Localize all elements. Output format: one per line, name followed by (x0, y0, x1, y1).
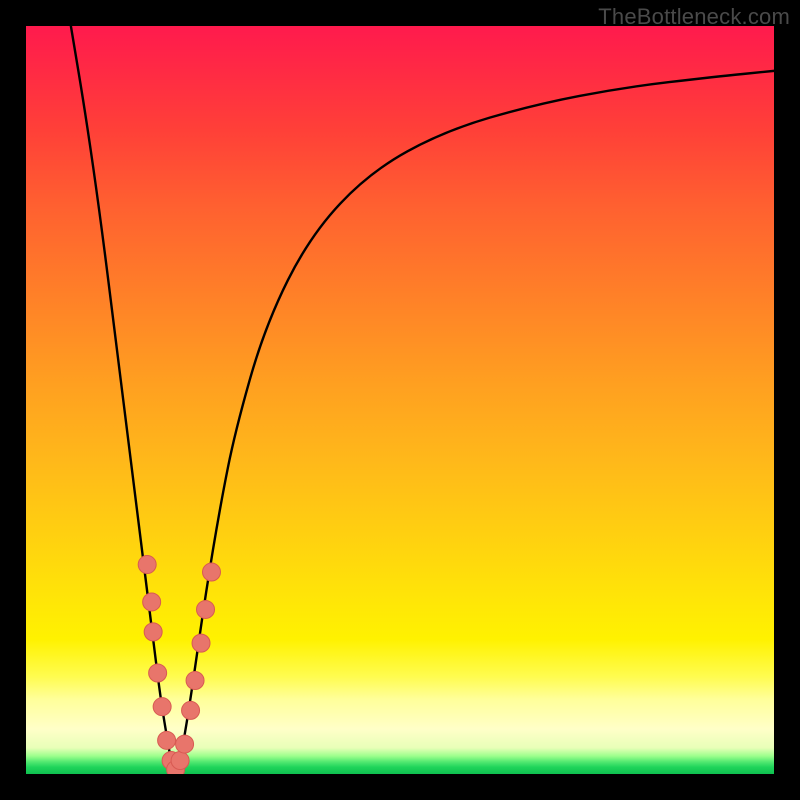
watermark-text: TheBottleneck.com (598, 4, 790, 30)
data-point-marker (144, 623, 162, 641)
data-point-marker (182, 701, 200, 719)
data-point-marker (176, 735, 194, 753)
bottleneck-curve (71, 26, 774, 769)
plot-area (26, 26, 774, 774)
data-point-marker (203, 563, 221, 581)
bottleneck-curve-svg (26, 26, 774, 774)
data-point-marker (153, 698, 171, 716)
data-point-marker (158, 731, 176, 749)
data-point-marker (192, 634, 210, 652)
data-point-marker (171, 752, 189, 770)
data-point-marker (197, 600, 215, 618)
data-point-marker (138, 556, 156, 574)
data-point-marker (149, 664, 167, 682)
chart-frame: TheBottleneck.com (0, 0, 800, 800)
data-point-marker (143, 593, 161, 611)
data-point-marker (186, 672, 204, 690)
